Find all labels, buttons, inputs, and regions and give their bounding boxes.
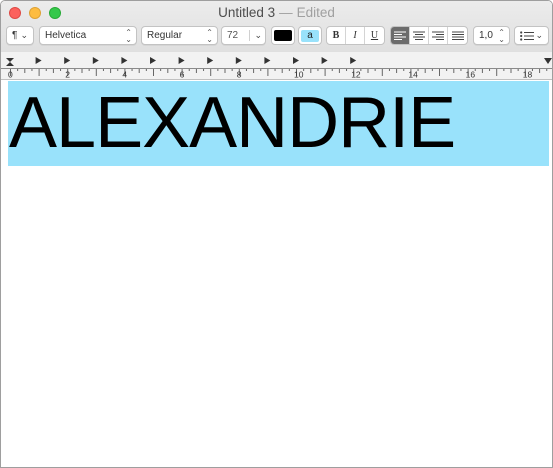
- ruler-label: 14: [408, 70, 418, 80]
- highlight-color-swatch: a: [301, 29, 319, 42]
- highlight-label: a: [307, 29, 313, 41]
- ruler-label: 12: [351, 70, 361, 80]
- align-left-icon: [394, 31, 406, 40]
- font-style-value: Regular: [147, 30, 183, 41]
- align-justify-button[interactable]: [448, 27, 467, 44]
- ruler-label: 18: [523, 70, 533, 80]
- tab-stop-marker: [207, 57, 214, 64]
- tab-stop-marker: [92, 57, 99, 64]
- ruler-label: 8: [237, 70, 242, 80]
- line-spacing-value: 1,0: [479, 30, 493, 41]
- bold-button[interactable]: B: [327, 27, 346, 44]
- align-center-icon: [413, 31, 425, 40]
- font-size-combo[interactable]: 72 ⌄: [221, 26, 266, 45]
- font-style-popup[interactable]: Regular ⌃ ⌄: [141, 26, 218, 45]
- format-toolbar: ¶ ⌄ Helvetica ⌃ ⌄ Regular ⌃ ⌄ 72 ⌄ a B I…: [1, 26, 552, 48]
- paragraph-icon: ¶: [12, 30, 18, 41]
- ruler[interactable]: 0 2 4 6 8 10 12 14 16 18: [1, 52, 552, 80]
- right-margin-marker: [544, 58, 552, 64]
- ruler-label: 6: [180, 70, 185, 80]
- ruler-label: 10: [294, 70, 304, 80]
- font-family-popup[interactable]: Helvetica ⌃ ⌄: [39, 26, 137, 45]
- list-bullets-icon: [520, 30, 534, 41]
- first-line-indent-marker: [6, 58, 14, 62]
- list-bullets-popup[interactable]: ⌄: [514, 26, 549, 45]
- align-justify-icon: [451, 31, 464, 40]
- ruler-label: 16: [466, 70, 476, 80]
- tab-stop-marker: [178, 57, 185, 64]
- alignment-group: [390, 26, 468, 45]
- text-style-group: B I U: [326, 26, 385, 45]
- title-separator: —: [279, 5, 293, 20]
- ruler-label: 0: [8, 70, 13, 80]
- document-text[interactable]: ALEXANDRIE: [9, 79, 456, 167]
- tab-stop-marker: [35, 57, 42, 64]
- italic-label: I: [353, 30, 357, 41]
- ruler-scale: 0 2 4 6 8 10 12 14 16 18: [1, 57, 552, 80]
- font-size-value: 72: [227, 30, 239, 41]
- align-center-button[interactable]: [410, 27, 429, 44]
- edited-status: Edited: [296, 5, 335, 20]
- tab-stop-marker: [293, 57, 299, 64]
- bold-label: B: [332, 30, 340, 41]
- tab-stop-marker: [121, 57, 128, 64]
- underline-button[interactable]: U: [365, 27, 384, 44]
- text-color-swatch: [274, 30, 292, 41]
- tab-stop-marker: [264, 57, 271, 64]
- tab-stop-marker: [64, 57, 71, 64]
- line-spacing-popup[interactable]: 1,0 ⌃ ⌄: [473, 26, 510, 45]
- chevron-down-icon: ⌄: [535, 30, 543, 40]
- font-family-value: Helvetica: [45, 30, 87, 41]
- ruler-label: 2: [65, 70, 70, 80]
- align-right-button[interactable]: [429, 27, 448, 44]
- align-right-icon: [432, 31, 444, 40]
- chevron-down-icon: ⌄: [20, 30, 28, 40]
- up-down-arrows-icon: ⌃ ⌄: [498, 28, 505, 44]
- tab-stop-marker: [150, 57, 156, 64]
- underline-label: U: [370, 30, 379, 41]
- window-title: Untitled 3— Edited: [1, 5, 552, 20]
- italic-button[interactable]: I: [346, 27, 365, 44]
- highlight-color-button[interactable]: a: [298, 26, 322, 45]
- paragraph-styles-popup[interactable]: ¶ ⌄: [6, 26, 34, 45]
- up-down-arrows-icon: ⌃ ⌄: [206, 28, 213, 44]
- align-left-button[interactable]: [391, 27, 410, 44]
- up-down-arrows-icon: ⌃ ⌄: [125, 28, 132, 44]
- ruler-label: 4: [122, 70, 127, 80]
- text-color-button[interactable]: [271, 26, 295, 45]
- left-indent-marker: [6, 62, 14, 66]
- document-name: Untitled 3: [218, 5, 276, 20]
- tab-stop-marker: [350, 57, 357, 64]
- document-area[interactable]: ALEXANDRIE: [2, 81, 551, 467]
- textedit-window: Untitled 3— Edited ¶ ⌄ Helvetica ⌃ ⌄ Regul…: [0, 0, 553, 468]
- tab-stop-marker: [321, 57, 328, 64]
- tab-stop-marker: [235, 57, 242, 64]
- chevron-down-icon: ⌄: [249, 30, 262, 41]
